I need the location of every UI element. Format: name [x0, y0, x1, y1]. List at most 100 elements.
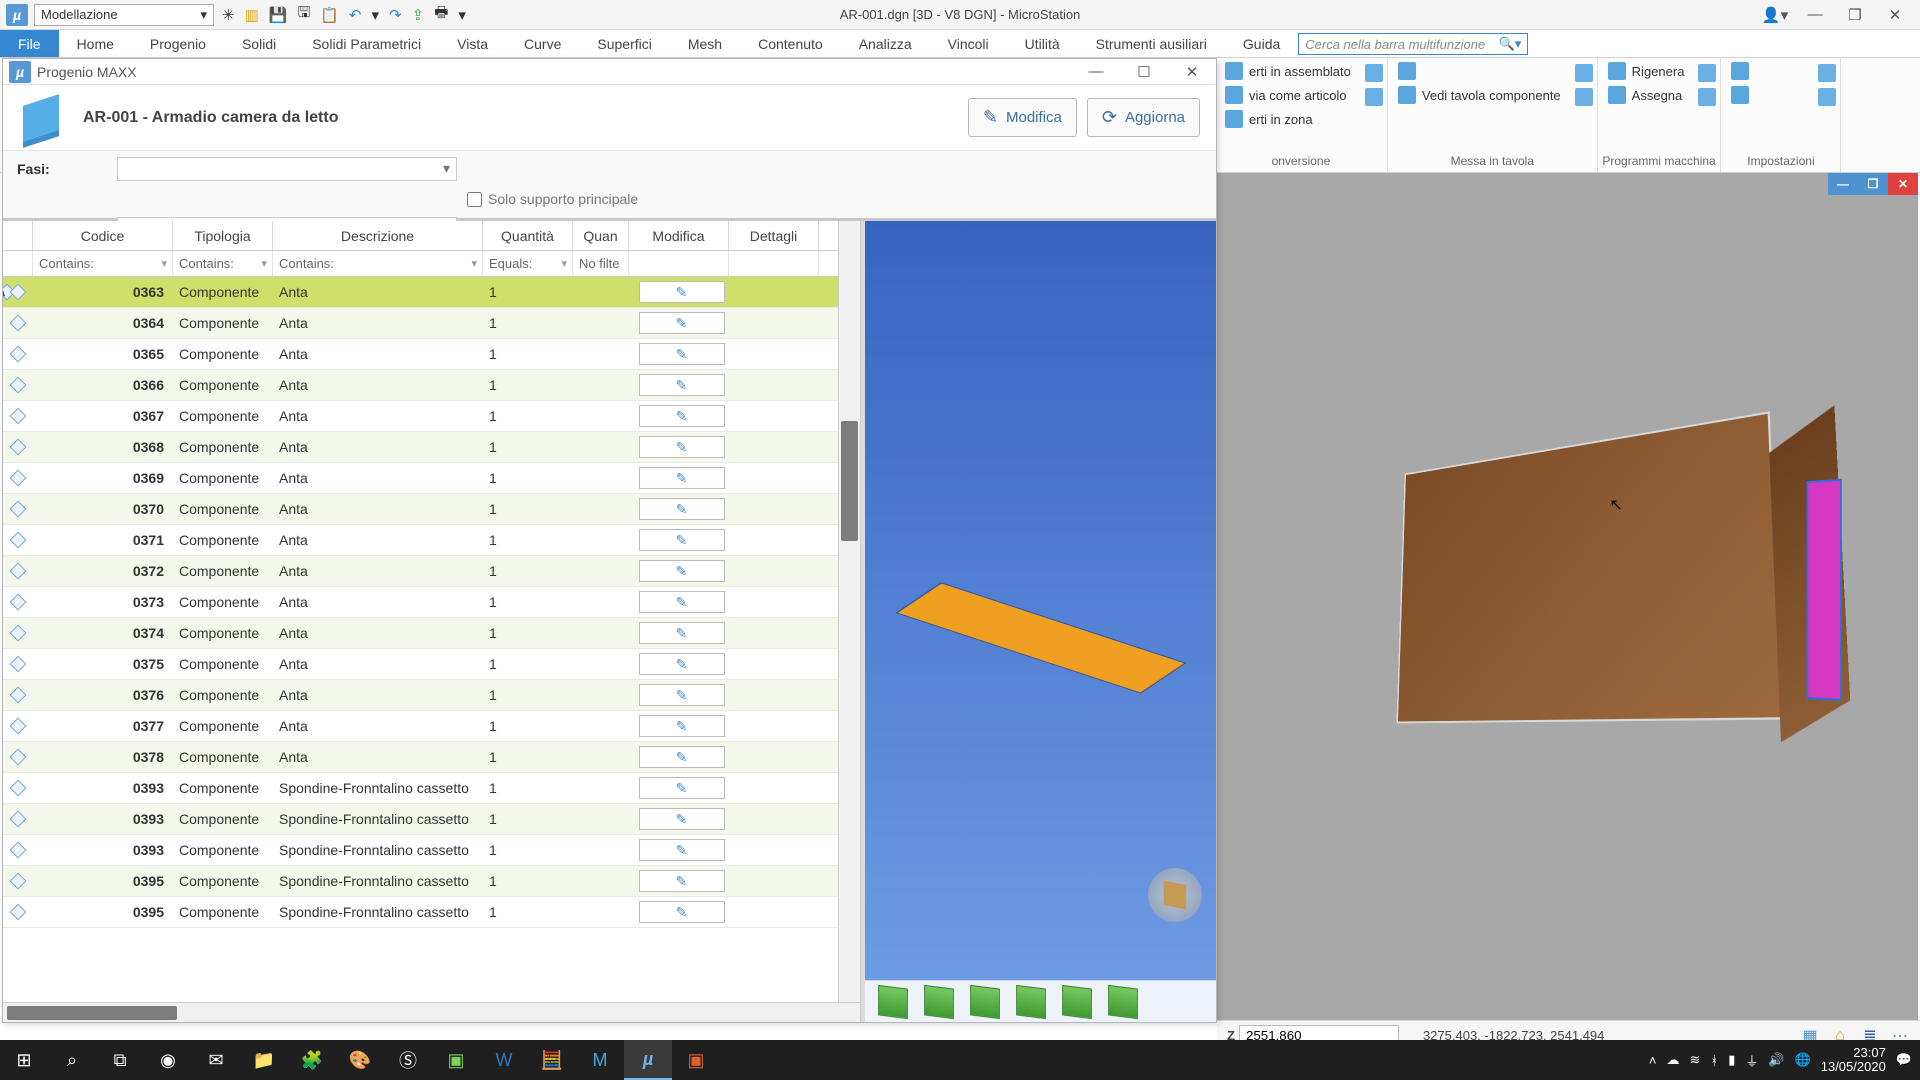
redo-icon[interactable]: ↷ — [389, 6, 402, 24]
view-top-icon[interactable] — [878, 984, 908, 1018]
copy-icon[interactable]: 📋 — [320, 6, 339, 24]
ribbon-tool-icon[interactable] — [1365, 88, 1383, 106]
tab-mesh[interactable]: Mesh — [670, 30, 740, 57]
mdi-maximize[interactable]: ❐ — [1858, 173, 1888, 195]
ribbon-item[interactable] — [1731, 86, 1804, 104]
table-row[interactable]: 0365ComponenteAnta1✎ — [3, 339, 838, 370]
undo-dd-icon[interactable]: ▾ — [372, 6, 380, 24]
tab-superfici[interactable]: Superfici — [579, 30, 669, 57]
row-edit-button[interactable]: ✎ — [639, 653, 725, 675]
ribbon-item[interactable] — [1731, 62, 1804, 80]
microstation-icon[interactable]: µ — [624, 1040, 672, 1080]
search-button[interactable]: ⌕ — [48, 1040, 96, 1080]
row-edit-button[interactable]: ✎ — [639, 498, 725, 520]
tab-home[interactable]: Home — [59, 30, 132, 57]
supporto-checkbox[interactable]: Solo supporto principale — [467, 191, 777, 207]
calc-icon[interactable]: 🧮 — [528, 1040, 576, 1080]
tray-wifi-icon[interactable]: ⏚ — [1745, 1051, 1758, 1070]
filter-descrizione[interactable]: Contains:▾ — [273, 251, 483, 276]
start-button[interactable]: ⊞ — [0, 1040, 48, 1080]
table-row[interactable]: 0373ComponenteAnta1✎ — [3, 587, 838, 618]
window-restore[interactable]: ❐ — [1838, 6, 1872, 24]
mail-icon[interactable]: ✉ — [192, 1040, 240, 1080]
row-edit-button[interactable]: ✎ — [639, 467, 725, 489]
undo-icon[interactable]: ↶ — [349, 6, 362, 24]
view-right-icon[interactable] — [970, 984, 1000, 1018]
tray-chevron-icon[interactable]: ˄ — [1649, 1053, 1657, 1068]
new-icon[interactable]: ✳ — [222, 6, 235, 24]
maxx-titlebar[interactable]: µ Progenio MAXX — ☐ ✕ — [3, 59, 1216, 85]
row-edit-button[interactable]: ✎ — [639, 870, 725, 892]
ribbon-item[interactable]: Rigenera — [1608, 62, 1685, 80]
tab-vincoli[interactable]: Vincoli — [930, 30, 1007, 57]
ribbon-tool-icon[interactable] — [1575, 88, 1593, 106]
table-row[interactable]: 0395ComponenteSpondine-Fronntalino casse… — [3, 897, 838, 928]
table-row[interactable]: 0377ComponenteAnta1✎ — [3, 711, 838, 742]
view-iso3-icon[interactable] — [1108, 984, 1138, 1018]
table-row[interactable]: 0375ComponenteAnta1✎ — [3, 649, 838, 680]
export-icon[interactable]: ⇪ — [412, 6, 425, 24]
row-edit-button[interactable]: ✎ — [639, 746, 725, 768]
table-row[interactable]: 0378ComponenteAnta1✎ — [3, 742, 838, 773]
tray-cloud-icon[interactable]: ☁ — [1666, 1052, 1679, 1068]
filter-tipologia[interactable]: Contains:▾ — [173, 251, 273, 276]
ribbon-tool-icon[interactable] — [1818, 88, 1836, 106]
preview-3d-canvas[interactable] — [865, 221, 1216, 980]
mdi-minimize[interactable]: — — [1828, 173, 1858, 195]
skype-icon[interactable]: Ⓢ — [384, 1040, 432, 1080]
row-edit-button[interactable]: ✎ — [639, 839, 725, 861]
tab-utilità[interactable]: Utilità — [1007, 30, 1078, 57]
user-icon[interactable]: 👤▾ — [1758, 6, 1792, 24]
table-row[interactable]: 0372ComponenteAnta1✎ — [3, 556, 838, 587]
tab-analizza[interactable]: Analizza — [841, 30, 930, 57]
col-dettagli[interactable]: Dettagli — [729, 221, 819, 250]
filter-icon[interactable]: ▾ — [261, 257, 267, 270]
app3-icon[interactable]: M — [576, 1040, 624, 1080]
aggiorna-button[interactable]: ⟳ Aggiorna — [1087, 98, 1200, 137]
main-3d-view[interactable]: — ❐ ✕ ↖ — [1217, 173, 1918, 1020]
ribbon-item[interactable] — [1398, 62, 1561, 80]
tab-progenio[interactable]: Progenio — [132, 30, 224, 57]
window-close[interactable]: ✕ — [1878, 6, 1912, 24]
ribbon-item[interactable]: erti in assemblato — [1225, 62, 1351, 80]
tab-solidi-parametrici[interactable]: Solidi Parametrici — [294, 30, 439, 57]
table-row[interactable]: 0374ComponenteAnta1✎ — [3, 618, 838, 649]
table-row[interactable]: 0366ComponenteAnta1✎ — [3, 370, 838, 401]
filter-quantita[interactable]: Equals:▾ — [483, 251, 573, 276]
ribbon-tool-icon[interactable] — [1818, 64, 1836, 82]
nav-cube[interactable] — [1148, 868, 1202, 922]
ribbon-item[interactable]: Vedi tavola componente — [1398, 86, 1561, 104]
table-row[interactable]: 0395ComponenteSpondine-Fronntalino casse… — [3, 866, 838, 897]
table-row[interactable]: 0369ComponenteAnta1✎ — [3, 463, 838, 494]
row-edit-button[interactable]: ✎ — [639, 808, 725, 830]
fasi-select[interactable]: ▾ — [117, 157, 457, 181]
chrome-icon[interactable]: ◉ — [144, 1040, 192, 1080]
ribbon-item[interactable]: via come articolo — [1225, 86, 1351, 104]
filter-codice[interactable]: Contains:▾ — [33, 251, 173, 276]
modifica-button[interactable]: ✎ Modifica — [968, 98, 1077, 137]
save-icon[interactable]: 💾 — [269, 6, 288, 24]
row-edit-button[interactable]: ✎ — [639, 684, 725, 706]
taskbar-clock[interactable]: 23:07 13/05/2020 — [1821, 1046, 1886, 1075]
table-row[interactable]: 0393ComponenteSpondine-Fronntalino casse… — [3, 773, 838, 804]
table-row[interactable]: 0364ComponenteAnta1✎ — [3, 308, 838, 339]
grid-scrollbar-vertical[interactable] — [838, 221, 860, 1002]
col-quantita[interactable]: Quantità — [483, 221, 573, 250]
row-edit-button[interactable]: ✎ — [639, 901, 725, 923]
table-row[interactable]: 0370ComponenteAnta1✎ — [3, 494, 838, 525]
window-minimize[interactable]: — — [1798, 6, 1832, 23]
qat-more-icon[interactable]: ▾ — [458, 6, 466, 24]
tray-bt-icon[interactable]: ᚼ — [1710, 1053, 1718, 1068]
camtasia-icon[interactable]: ▣ — [432, 1040, 480, 1080]
table-row[interactable]: 0367ComponenteAnta1✎ — [3, 401, 838, 432]
saveall-icon[interactable]: 🖫 — [297, 2, 310, 27]
tray-net-icon[interactable]: ≋ — [1689, 1052, 1700, 1068]
row-edit-button[interactable]: ✎ — [639, 405, 725, 427]
view-iso1-icon[interactable] — [1016, 984, 1046, 1018]
tray-notifications-icon[interactable]: 💬 — [1896, 1052, 1912, 1068]
print-icon[interactable]: 🖶 — [434, 2, 448, 27]
row-edit-button[interactable]: ✎ — [639, 591, 725, 613]
row-edit-button[interactable]: ✎ — [639, 777, 725, 799]
row-edit-button[interactable]: ✎ — [639, 529, 725, 551]
tab-vista[interactable]: Vista — [439, 30, 506, 57]
